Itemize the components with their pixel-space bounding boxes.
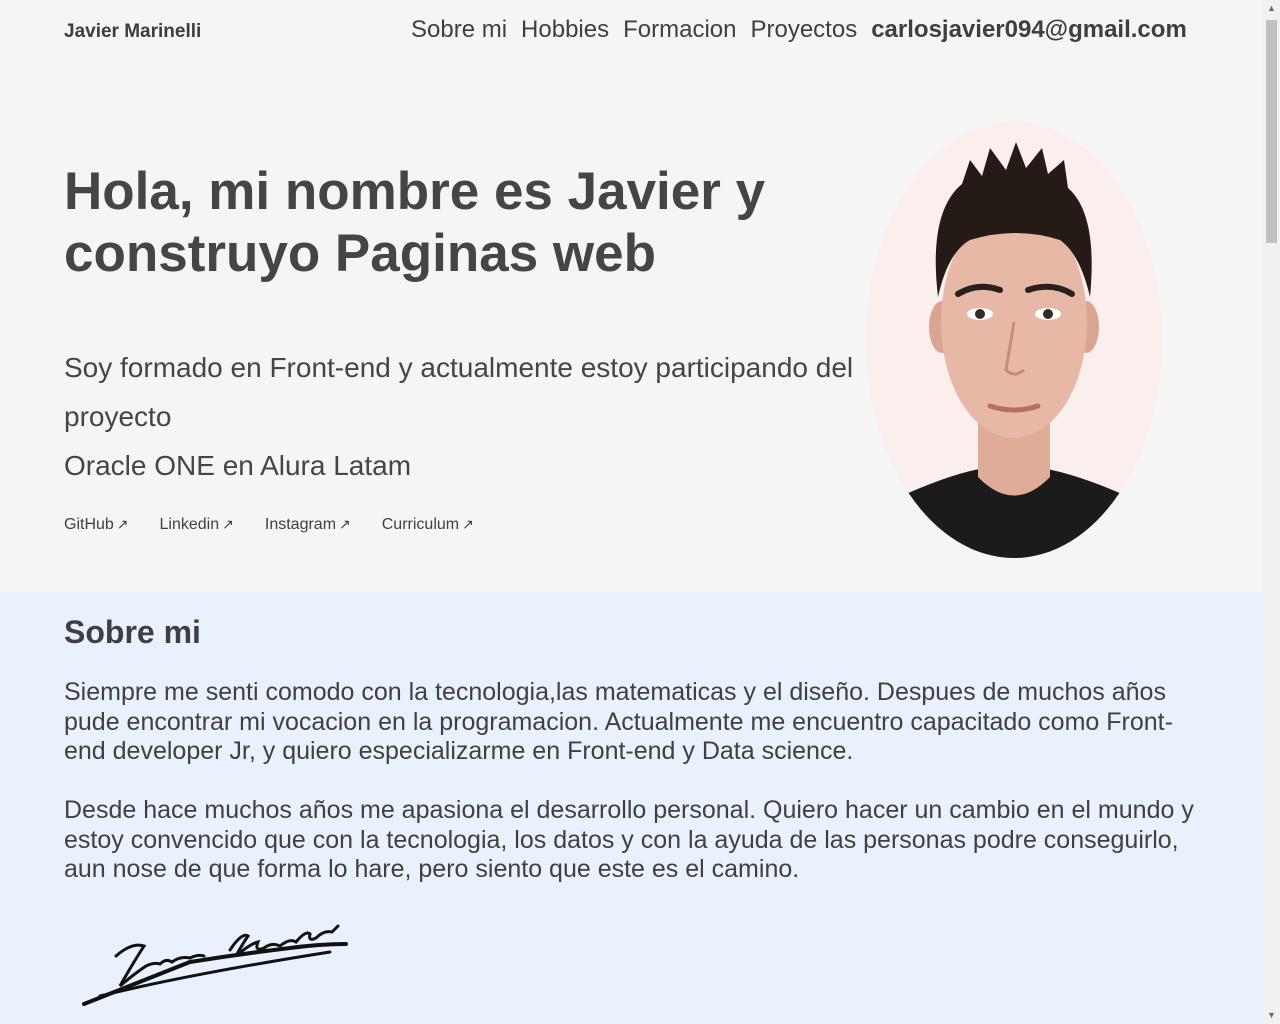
- scroll-down-arrow-icon[interactable]: ▼: [1263, 1007, 1280, 1024]
- hero-description: Soy formado en Front-end y actualmente e…: [64, 343, 854, 490]
- about-paragraph: Desde hace muchos años me apasiona el de…: [64, 796, 1194, 883]
- profile-photo-illustration: [866, 122, 1162, 558]
- external-link-icon: ↗: [222, 516, 234, 532]
- signature-image: [80, 922, 360, 1012]
- nav-formacion[interactable]: Formacion: [623, 16, 736, 44]
- vertical-scrollbar[interactable]: ▲ ▼: [1263, 0, 1280, 1024]
- nav-sobre-mi[interactable]: Sobre mi: [411, 16, 507, 44]
- instagram-link-label: Instagram: [264, 516, 337, 533]
- linkedin-link[interactable]: Linkedin ↗: [160, 516, 234, 534]
- external-link-icon: ↗: [462, 516, 474, 532]
- nav-email-link[interactable]: carlosjavier094@gmail.com: [871, 16, 1187, 44]
- nav-hobbies[interactable]: Hobbies: [521, 16, 609, 44]
- nav-proyectos[interactable]: Proyectos: [750, 16, 857, 44]
- about-section: Sobre mi Siempre me senti comodo con la …: [0, 592, 1263, 1024]
- external-link-icon: ↗: [116, 516, 129, 532]
- github-link[interactable]: GitHub ↗: [64, 516, 129, 534]
- hero-title: Hola, mi nombre es Javier y construyo Pa…: [64, 162, 766, 283]
- external-link-icon: ↗: [339, 516, 351, 532]
- social-links: GitHub ↗ Linkedin ↗ Instagram ↗ Curriculum ↗: [64, 516, 474, 534]
- curriculum-link[interactable]: Curriculum ↗: [382, 516, 474, 534]
- page: Javier Marinelli Sobre mi Hobbies Formac…: [0, 0, 1263, 1024]
- top-nav: Sobre mi Hobbies Formacion Proyectos car…: [411, 16, 1187, 44]
- about-title: Sobre mi: [64, 614, 201, 650]
- curriculum-link-label: Curriculum: [381, 516, 460, 533]
- brand-name[interactable]: Javier Marinelli: [64, 21, 201, 43]
- about-paragraph: Siempre me senti comodo con la tecnologi…: [64, 678, 1173, 765]
- scroll-up-arrow-icon[interactable]: ▲: [1263, 0, 1280, 17]
- instagram-link[interactable]: Instagram ↗: [265, 516, 351, 534]
- profile-photo: [866, 122, 1162, 558]
- github-link-label: GitHub: [64, 516, 114, 533]
- linkedin-link-label: Linkedin: [159, 516, 220, 533]
- scrollbar-thumb[interactable]: [1266, 20, 1277, 243]
- hero-description-line: Soy formado en Front-end y actualmente e…: [64, 352, 854, 432]
- hero-description-line: Oracle ONE en Alura Latam: [64, 450, 412, 481]
